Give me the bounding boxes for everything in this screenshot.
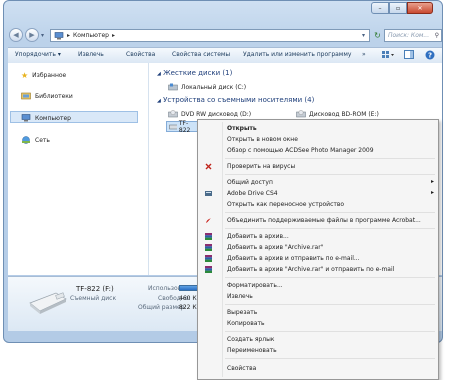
minimize-button[interactable]: –: [371, 2, 389, 14]
optical-drive-icon: [168, 110, 178, 118]
menu-separator: [225, 228, 435, 229]
menu-item-copy[interactable]: Копировать: [198, 319, 438, 329]
removable-drive-icon: [169, 124, 177, 129]
menu-separator: [225, 304, 435, 305]
close-button[interactable]: ✕: [407, 2, 433, 14]
nav-network[interactable]: Сеть: [21, 136, 50, 144]
command-bar: Упорядочить ▾ Извлечь Свойства Свойства …: [8, 47, 442, 64]
collapse-triangle-icon: ◢: [157, 98, 161, 104]
menu-item-acrobat-combine[interactable]: Объединить поддерживаемые файлы в програ…: [198, 216, 438, 226]
local-disk-item[interactable]: Локальный диск (C:): [168, 83, 246, 91]
computer-icon: [54, 31, 64, 39]
system-properties-button[interactable]: Свойства системы: [172, 51, 230, 58]
menu-item-adobe-drive[interactable]: Adobe Drive CS4 ▸: [198, 189, 438, 199]
nav-computer-selected[interactable]: Компьютер: [10, 111, 138, 123]
acrobat-icon: [206, 218, 211, 223]
nav-computer-label: Компьютер: [35, 114, 71, 122]
search-icon: ⚲: [434, 32, 439, 39]
menu-item-add-archive-rar[interactable]: Добавить в архив "Archive.rar": [198, 243, 438, 253]
winrar-icon: [205, 244, 212, 251]
bd-drive-item[interactable]: Дисковод BD-ROM (E:): [296, 110, 379, 118]
optical-drive-icon: [296, 110, 306, 118]
address-bar[interactable]: ▸ Компьютер ▸ ▾: [50, 29, 370, 42]
menu-item-cut[interactable]: Вырезать: [198, 308, 438, 318]
usb-drive-icon: [29, 292, 67, 314]
local-disk-label: Локальный диск (C:): [181, 83, 247, 91]
tf822-label: TF-822: [178, 119, 191, 134]
menu-separator: [225, 331, 435, 332]
search-input[interactable]: Поиск: Ком... ⚲: [384, 29, 442, 42]
winrar-icon: [205, 233, 212, 240]
bd-drive-label: Дисковод BD-ROM (E:): [309, 110, 379, 118]
drive-type: Съемный диск: [70, 295, 117, 302]
menu-item-open[interactable]: Открыть: [198, 124, 438, 134]
menu-item-acdsee[interactable]: Обзор с помощью ACDSee Photo Manager 200…: [198, 146, 438, 156]
hdd-group-header[interactable]: ◢ Жесткие диски (1): [157, 69, 232, 77]
context-menu: Открыть Открыть в новом окне Обзор с пом…: [197, 119, 439, 380]
menu-item-create-shortcut[interactable]: Создать ярлык: [198, 335, 438, 345]
uninstall-program-button[interactable]: Удалить или изменить программу: [243, 51, 351, 58]
nav-libraries[interactable]: Библиотеки: [21, 92, 73, 100]
back-arrow-icon: ◀: [13, 31, 19, 39]
adobe-drive-icon: [205, 191, 212, 196]
address-dropdown-icon[interactable]: ▾: [362, 32, 365, 39]
menu-item-sharing[interactable]: Общий доступ ▸: [198, 178, 438, 188]
winrar-icon: [205, 255, 212, 262]
nav-network-label: Сеть: [35, 136, 50, 144]
menu-item-scan-virus[interactable]: Проверить на вирусы: [198, 162, 438, 172]
menu-item-open-new-window[interactable]: Открыть в новом окне: [198, 135, 438, 145]
refresh-icon[interactable]: ↻: [372, 29, 383, 42]
tf822-drive-item-selected[interactable]: TF-822: [166, 119, 198, 134]
window-controls: – ▫ ✕: [371, 2, 433, 14]
maximize-button[interactable]: ▫: [389, 2, 407, 14]
menu-item-open-portable[interactable]: Открыть как переносное устройство: [198, 200, 438, 210]
menu-item-properties[interactable]: Свойства: [198, 364, 438, 374]
properties-button[interactable]: Свойства: [126, 51, 155, 58]
back-button[interactable]: ◀: [9, 28, 23, 42]
libraries-icon: [21, 92, 31, 100]
menu-separator: [225, 158, 435, 159]
navigation-pane: ★ Избранное Библиотеки Компьютер Сеть: [8, 63, 149, 275]
menu-item-archive-email[interactable]: Добавить в архив и отправить по e-mail..…: [198, 254, 438, 264]
menu-separator: [225, 174, 435, 175]
help-icon[interactable]: ?: [425, 50, 435, 62]
search-placeholder: Поиск: Ком...: [388, 32, 430, 39]
forward-button[interactable]: ▶: [25, 28, 39, 42]
breadcrumb-chevron-icon[interactable]: ▸: [112, 32, 115, 39]
nav-libraries-label: Библиотеки: [35, 92, 73, 100]
more-commands-button[interactable]: »: [362, 51, 366, 58]
submenu-arrow-icon: ▸: [430, 178, 434, 185]
view-options-icon[interactable]: [381, 50, 395, 61]
eject-button[interactable]: Извлечь: [78, 51, 104, 58]
menu-item-rename[interactable]: Переименовать: [198, 346, 438, 356]
menu-separator: [225, 277, 435, 278]
collapse-triangle-icon: ◢: [157, 71, 161, 77]
menu-item-eject[interactable]: Извлечь: [198, 292, 438, 302]
computer-icon: [21, 114, 31, 122]
network-icon: [22, 136, 30, 144]
submenu-arrow-icon: ▸: [430, 189, 434, 196]
preview-pane-icon[interactable]: [404, 50, 414, 61]
menu-item-add-archive[interactable]: Добавить в архив...: [198, 232, 438, 242]
menu-item-format[interactable]: Форматировать...: [198, 281, 438, 291]
menu-separator: [225, 358, 435, 359]
removable-group-header[interactable]: ◢ Устройства со съемными носителями (4): [157, 96, 314, 104]
menu-item-archive-rar-email[interactable]: Добавить в архив "Archive.rar" и отправи…: [198, 265, 438, 275]
breadcrumb-separator: ▸: [67, 32, 71, 39]
forward-arrow-icon: ▶: [29, 31, 35, 39]
dvd-drive-item[interactable]: DVD RW дисковод (D:): [168, 110, 251, 118]
organize-button[interactable]: Упорядочить ▾: [15, 51, 61, 58]
dvd-drive-label: DVD RW дисковод (D:): [181, 110, 252, 118]
svg-text:?: ?: [428, 52, 432, 60]
recent-pages-dropdown[interactable]: ▾: [41, 32, 44, 39]
nav-favorites-label: Избранное: [32, 72, 67, 79]
star-icon: ★: [21, 71, 29, 80]
drive-name: TF-822 (F:): [76, 285, 114, 293]
winrar-icon: [205, 266, 212, 273]
hard-drive-icon: [168, 83, 178, 91]
menu-separator: [225, 212, 435, 213]
nav-favorites[interactable]: ★ Избранное: [21, 71, 66, 80]
antivirus-icon: [205, 163, 212, 170]
breadcrumb-computer[interactable]: Компьютер: [73, 32, 109, 39]
